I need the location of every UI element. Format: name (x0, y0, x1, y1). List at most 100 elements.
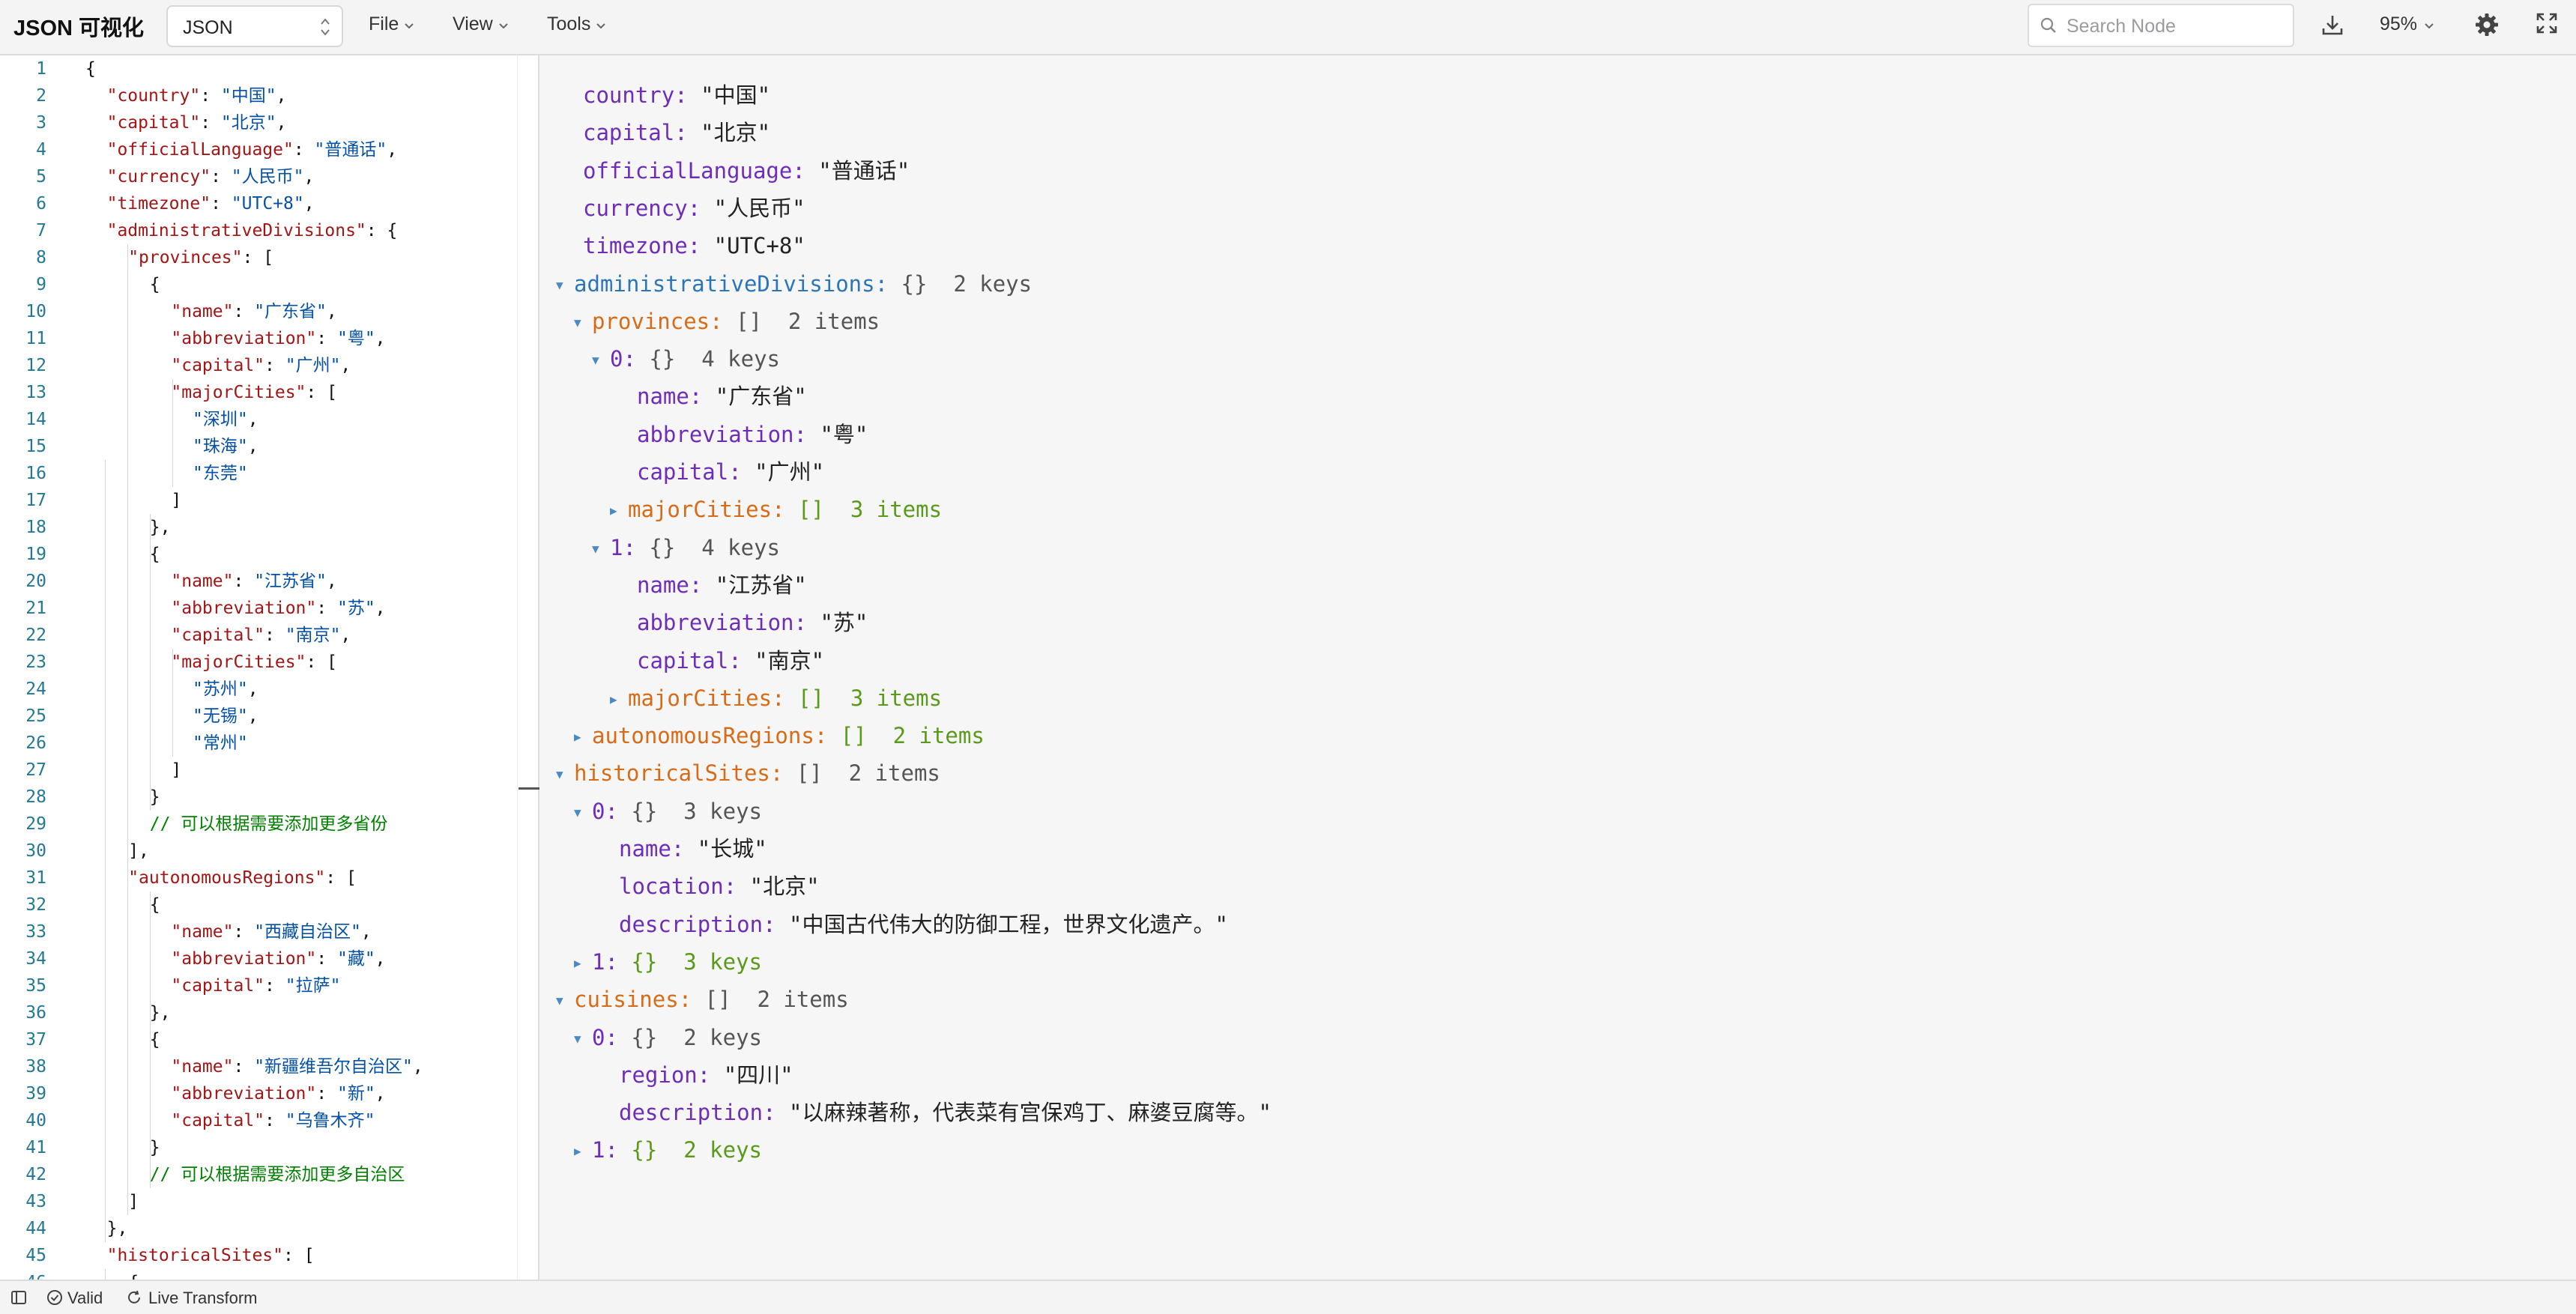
json-comment: // 可以根据需要添加更多自治区 (149, 1165, 405, 1184)
json-punctuation: { (85, 59, 96, 79)
splitter-handle[interactable] (518, 787, 539, 790)
caret-right-icon[interactable]: ▶ (574, 948, 592, 978)
tree-node-branch[interactable]: ▼ provinces: [] 2 items (574, 306, 880, 338)
format-select-value: JSON (183, 17, 233, 38)
search-box[interactable] (2028, 4, 2294, 47)
caret-down-icon[interactable]: ▼ (574, 798, 592, 828)
live-transform-toggle[interactable]: Live Transform (148, 1289, 258, 1308)
menu-view[interactable]: View (453, 13, 510, 36)
fullscreen-icon[interactable] (2536, 12, 2558, 38)
line-number: 45 (25, 1246, 46, 1265)
json-punctuation: , (247, 706, 258, 726)
line-number: 36 (25, 1003, 46, 1023)
tree-count: 2 items (892, 723, 985, 749)
tree-value: "UTC+8" (713, 233, 805, 259)
tree-value: "南京" (755, 647, 825, 673)
toolbar: JSON 可视化 JSON File View Tools 95% (0, 0, 2576, 55)
tree-node-branch[interactable]: ▶ autonomousRegions: [] 2 items (574, 721, 985, 752)
tree-key: capital (637, 647, 729, 673)
chevron-down-icon (2423, 14, 2435, 36)
caret-right-icon[interactable]: ▶ (574, 1136, 592, 1166)
caret-down-icon[interactable]: ▼ (574, 308, 592, 338)
json-string: "苏" (336, 599, 375, 618)
line-number: 15 (25, 437, 46, 456)
tree-key: officialLanguage (583, 157, 793, 184)
json-string: "无锡" (193, 706, 248, 726)
line-number: 41 (25, 1138, 46, 1157)
json-string: "苏州" (193, 679, 248, 699)
json-punctuation: { (128, 1273, 139, 1280)
caret-down-icon[interactable]: ▼ (556, 986, 574, 1016)
tree-value: "江苏省" (715, 572, 807, 598)
json-key: "timezone" (106, 194, 211, 214)
line-number: 30 (25, 841, 46, 861)
caret-right-icon[interactable]: ▶ (574, 722, 592, 752)
caret-right-icon[interactable]: ▶ (610, 496, 628, 526)
sidebar-toggle-icon[interactable] (10, 1290, 27, 1310)
json-key: "majorCities" (171, 653, 306, 672)
json-punctuation: : [ (325, 868, 357, 888)
tree-bracket: {} (631, 1137, 658, 1163)
menu-tools[interactable]: Tools (547, 13, 607, 36)
tree-bracket: [] (840, 723, 867, 749)
status-bar: Valid Live Transform (0, 1280, 2576, 1314)
line-number: 28 (25, 787, 46, 807)
caret-down-icon[interactable]: ▼ (574, 1024, 592, 1054)
indent-guide (105, 460, 106, 1242)
download-icon[interactable] (2320, 12, 2345, 41)
caret-down-icon[interactable]: ▼ (592, 534, 610, 564)
caret-down-icon[interactable]: ▼ (556, 760, 574, 790)
tree-key: majorCities (628, 685, 773, 711)
json-punctuation: : [ (306, 383, 337, 402)
tree-key: capital (583, 120, 675, 146)
line-number: 2 (36, 86, 46, 106)
tree-node-branch[interactable]: ▶ majorCities: [] 3 items (610, 494, 942, 526)
line-number: 3 (36, 113, 46, 133)
tree-key: name (637, 572, 689, 598)
tree-value: "普通话" (818, 157, 910, 184)
menu-file[interactable]: File (369, 13, 415, 36)
json-punctuation: { (149, 1030, 160, 1050)
json-string: "乌鲁木齐" (285, 1111, 375, 1130)
json-string: "江苏省" (254, 572, 327, 591)
tree-node-branch[interactable]: ▼ 0: {} 3 keys (574, 796, 762, 828)
tree-node-leaf: description: "中国古代伟大的防御工程，世界文化遗产。" (619, 909, 1228, 939)
tree-node-branch[interactable]: ▶ 1: {} 3 keys (574, 947, 762, 978)
json-punctuation: : (211, 167, 232, 187)
line-number: 4 (36, 140, 46, 160)
search-input[interactable] (2066, 13, 2284, 40)
format-select[interactable]: JSON (166, 5, 343, 47)
tree-value: "广州" (755, 459, 825, 485)
tree-bracket: {} (649, 346, 676, 372)
tree-key: region (619, 1062, 698, 1088)
tree-node-branch[interactable]: ▼ 0: {} 2 keys (574, 1023, 762, 1054)
json-key: "name" (171, 1057, 234, 1077)
tree-node-leaf: description: "以麻辣著称，代表菜有宫保鸡丁、麻婆豆腐等。" (619, 1097, 1272, 1127)
json-punctuation: , (276, 86, 287, 106)
zoom-control[interactable]: 95% (2380, 13, 2435, 36)
tree-node-branch[interactable]: ▼ historicalSites: [] 2 items (556, 758, 940, 790)
tree-key-colon: : (623, 346, 650, 372)
tree-count: 4 keys (701, 534, 780, 560)
gear-icon[interactable] (2474, 12, 2500, 41)
tree-node-branch[interactable]: ▶ majorCities: [] 3 items (610, 683, 942, 715)
json-editor[interactable]: 1 {2 "country": "中国", 3 "capital": "北京", 4 "of… (0, 55, 538, 1280)
tree-node-leaf: capital: "北京" (583, 118, 770, 148)
line-number: 18 (25, 518, 46, 537)
tree-node-leaf: officialLanguage: "普通话" (583, 156, 910, 186)
tree-node-branch[interactable]: ▼ cuisines: [] 2 items (556, 984, 849, 1016)
tree-node-branch[interactable]: ▼ 1: {} 4 keys (592, 533, 780, 564)
editor-scrollbar[interactable] (517, 55, 538, 1280)
tree-node-leaf: region: "四川" (619, 1060, 793, 1090)
tree-node-branch[interactable]: ▼ administrativeDivisions: {} 2 keys (556, 269, 1032, 300)
caret-down-icon[interactable]: ▼ (556, 270, 574, 300)
line-number: 16 (25, 464, 46, 483)
tree-node-branch[interactable]: ▶ 1: {} 2 keys (574, 1135, 762, 1166)
caret-down-icon[interactable]: ▼ (592, 345, 610, 375)
code-line: "abbreviation": "苏", (171, 595, 385, 622)
code-line: "abbreviation": "藏", (171, 945, 385, 972)
tree-node-branch[interactable]: ▼ 0: {} 4 keys (592, 344, 780, 375)
indent-guide (127, 865, 128, 1215)
caret-right-icon[interactable]: ▶ (610, 685, 628, 715)
code-line: ] (171, 487, 181, 514)
